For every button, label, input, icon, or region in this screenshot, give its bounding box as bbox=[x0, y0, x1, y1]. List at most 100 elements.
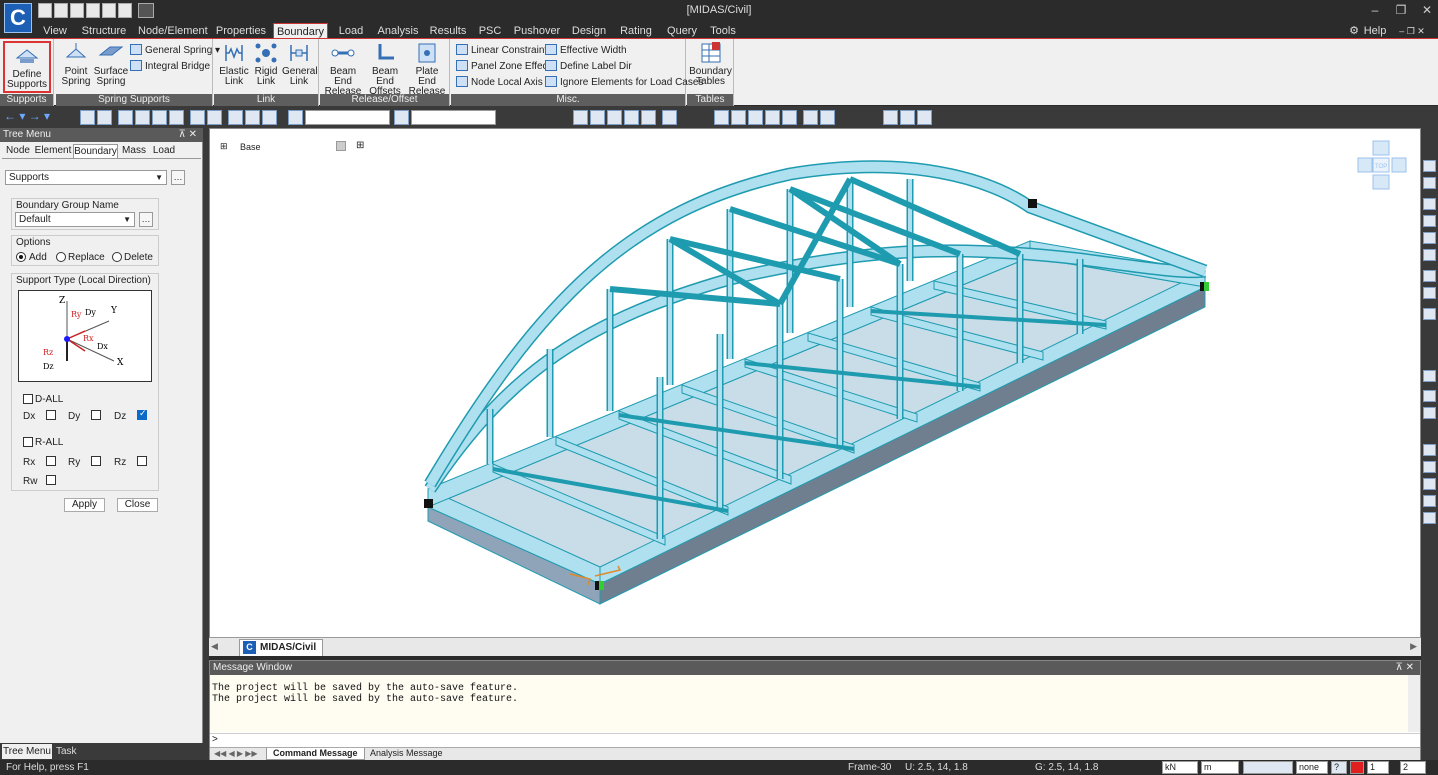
filter-select[interactable]: none bbox=[1296, 761, 1328, 774]
node-local-axis-button[interactable]: Node Local Axis bbox=[456, 76, 543, 90]
toolbar-icon-15[interactable] bbox=[624, 110, 639, 125]
function-select[interactable]: Supports ▼ bbox=[5, 170, 167, 185]
length-unit-select[interactable]: m bbox=[1201, 761, 1239, 774]
color-swatch-icon[interactable] bbox=[1350, 761, 1364, 774]
rx-checkbox[interactable] bbox=[46, 456, 56, 466]
tab-tools[interactable]: Tools bbox=[706, 23, 740, 39]
force-unit-select[interactable]: kN bbox=[1162, 761, 1198, 774]
beam-end-offsets-button[interactable]: Beam End Offsets bbox=[364, 41, 406, 97]
tree-pin-close-icon[interactable]: ⊼ ✕ bbox=[179, 128, 197, 142]
toolbar-icon-9[interactable] bbox=[228, 110, 243, 125]
tree-tab-element[interactable]: Element bbox=[34, 144, 72, 158]
right-tool-icon-2[interactable] bbox=[1423, 177, 1436, 189]
boundary-tables-button[interactable]: Boundary Tables bbox=[689, 41, 732, 87]
rigid-link-button[interactable]: Rigid Link bbox=[252, 41, 280, 87]
toolbar-icon-26[interactable] bbox=[900, 110, 915, 125]
tab-rating[interactable]: Rating bbox=[616, 23, 656, 39]
general-link-button[interactable]: General Link bbox=[282, 41, 318, 87]
right-tool-icon-12[interactable] bbox=[1423, 407, 1436, 419]
zoom-all-icon[interactable] bbox=[1423, 512, 1436, 524]
surface-spring-button[interactable]: Surface Spring bbox=[92, 41, 130, 87]
linear-constraints-button[interactable]: Linear Constraints bbox=[456, 44, 552, 58]
plate-end-release-button[interactable]: Plate End Release bbox=[406, 41, 448, 97]
zoom-out-icon[interactable] bbox=[1423, 495, 1436, 507]
page-input[interactable]: 1 bbox=[1367, 761, 1389, 774]
message-scrollbar[interactable] bbox=[1408, 675, 1420, 732]
option-replace-radio[interactable] bbox=[56, 252, 66, 262]
select-cursor-icon[interactable] bbox=[288, 110, 303, 125]
ribbon-window-controls[interactable]: – ❐ ✕ bbox=[1392, 23, 1432, 39]
toolbar-icon-11[interactable] bbox=[262, 110, 277, 125]
toolbar-icon-1[interactable] bbox=[80, 110, 95, 125]
toolbar-icon-14[interactable] bbox=[607, 110, 622, 125]
toolbar-icon-24[interactable] bbox=[820, 110, 835, 125]
dx-checkbox[interactable] bbox=[46, 410, 56, 420]
tab-boundary[interactable]: Boundary bbox=[273, 23, 328, 39]
toolbar-icon-4[interactable] bbox=[135, 110, 150, 125]
define-supports-button[interactable]: Define Supports bbox=[3, 41, 51, 93]
tab-design[interactable]: Design bbox=[570, 23, 608, 39]
toolbar-icon-23[interactable] bbox=[803, 110, 818, 125]
rw-checkbox[interactable] bbox=[46, 475, 56, 485]
select-cursor-2-icon[interactable] bbox=[394, 110, 409, 125]
tab-analysis[interactable]: Analysis bbox=[376, 23, 420, 39]
message-tab-nav-icon[interactable]: ◀◀ ◀ ▶ ▶▶ bbox=[214, 749, 258, 758]
tab-query[interactable]: Query bbox=[664, 23, 700, 39]
app-logo-icon[interactable]: C bbox=[4, 3, 32, 33]
toolbar-icon-13[interactable] bbox=[590, 110, 605, 125]
tree-menu-bottom-tab[interactable]: Tree Menu bbox=[2, 744, 52, 759]
point-spring-button[interactable]: Point Spring bbox=[58, 41, 94, 87]
beam-end-release-button[interactable]: Beam End Release bbox=[322, 41, 364, 97]
tab-pushover[interactable]: Pushover bbox=[512, 23, 562, 39]
close-button[interactable]: Close bbox=[117, 498, 158, 512]
boundary-group-more-button[interactable]: … bbox=[139, 212, 153, 227]
close-window-icon[interactable]: ✕ bbox=[1420, 3, 1434, 17]
apply-button[interactable]: Apply bbox=[64, 498, 105, 512]
selection-dropdown-2[interactable] bbox=[411, 110, 496, 125]
help-menu[interactable]: Help bbox=[1362, 23, 1388, 39]
define-label-dir-button[interactable]: Define Label Dir bbox=[545, 60, 632, 74]
tab-psc[interactable]: PSC bbox=[476, 23, 504, 39]
toolbar-icon-5[interactable] bbox=[152, 110, 167, 125]
toolbar-icon-10[interactable] bbox=[245, 110, 260, 125]
view-tab-midas[interactable]: C MIDAS/Civil bbox=[239, 639, 324, 656]
task-pane-tab[interactable]: Task Pane bbox=[56, 744, 100, 772]
toolbar-icon-8[interactable] bbox=[207, 110, 222, 125]
zoom-window-icon[interactable] bbox=[1423, 444, 1436, 456]
right-tool-icon-10[interactable] bbox=[1423, 370, 1436, 382]
page-input-2[interactable]: 2 bbox=[1400, 761, 1426, 774]
boundary-group-select[interactable]: Default ▼ bbox=[15, 212, 135, 227]
toolbar-icon-6[interactable] bbox=[169, 110, 184, 125]
tree-tab-load[interactable]: Load bbox=[150, 144, 178, 158]
right-tool-icon-9[interactable] bbox=[1423, 308, 1436, 320]
tree-tab-boundary[interactable]: Boundary bbox=[73, 144, 118, 158]
toolbar-icon-12[interactable] bbox=[573, 110, 588, 125]
tab-properties[interactable]: Properties bbox=[214, 23, 268, 39]
general-spring-button[interactable]: General Spring ▾ bbox=[130, 44, 220, 58]
rz-checkbox[interactable] bbox=[137, 456, 147, 466]
effective-width-button[interactable]: Effective Width bbox=[545, 44, 627, 58]
restore-icon[interactable]: ❐ bbox=[1394, 3, 1408, 17]
toolbar-icon-25[interactable] bbox=[883, 110, 898, 125]
function-more-button[interactable]: … bbox=[171, 170, 185, 185]
tree-tab-node[interactable]: Node bbox=[2, 144, 34, 158]
toolbar-icon-18[interactable] bbox=[714, 110, 729, 125]
minimize-icon[interactable]: – bbox=[1368, 3, 1382, 17]
zoom-fit-icon[interactable] bbox=[1423, 461, 1436, 473]
toolbar-icon-2[interactable] bbox=[97, 110, 112, 125]
toolbar-icon-22[interactable] bbox=[782, 110, 797, 125]
elastic-link-button[interactable]: Elastic Link bbox=[218, 41, 250, 87]
snap-tools-icon[interactable] bbox=[1243, 761, 1293, 774]
command-message-tab[interactable]: Command Message bbox=[266, 748, 365, 760]
model-view[interactable]: ⊞ Base ⊞ TOP bbox=[209, 128, 1421, 656]
tab-results[interactable]: Results bbox=[428, 23, 468, 39]
tab-node-element[interactable]: Node/Element bbox=[138, 23, 208, 39]
zoom-in-icon[interactable] bbox=[1423, 478, 1436, 490]
right-tool-icon-1[interactable] bbox=[1423, 160, 1436, 172]
right-tool-icon-8[interactable] bbox=[1423, 287, 1436, 299]
command-input[interactable]: > bbox=[210, 733, 1420, 746]
right-tool-icon-5[interactable] bbox=[1423, 232, 1436, 244]
help-query-icon[interactable]: ? bbox=[1331, 761, 1347, 774]
right-tool-icon-6[interactable] bbox=[1423, 249, 1436, 261]
toolbar-icon-21[interactable] bbox=[765, 110, 780, 125]
